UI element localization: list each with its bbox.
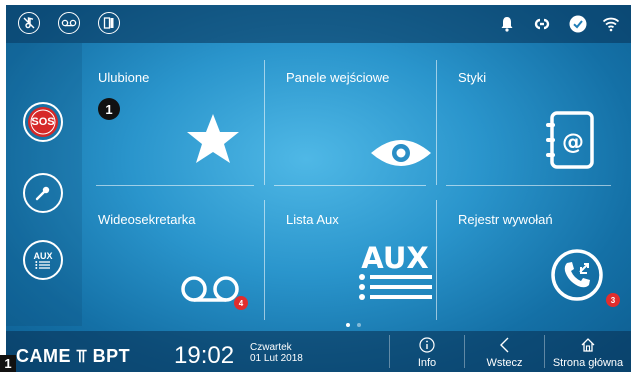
tile-video-answering-machine[interactable]: Wideosekretarka 4 — [82, 185, 254, 320]
weekday-text: Czwartek — [250, 342, 292, 353]
info-label: Info — [417, 357, 437, 369]
page-dot-active[interactable] — [346, 323, 350, 327]
tile-label: Wideosekretarka — [98, 212, 196, 227]
home-button[interactable]: Strona główna — [545, 331, 631, 372]
date-display: Czwartek 01 Lut 2018 — [250, 342, 303, 364]
svg-text:@: @ — [562, 130, 584, 155]
corner-callout: 1 — [0, 355, 16, 372]
back-chevron-icon — [499, 337, 508, 353]
sos-button[interactable]: SOS — [23, 102, 63, 142]
check-circle-icon — [567, 13, 589, 35]
page-dot[interactable] — [357, 323, 361, 327]
callout-marker: 1 — [98, 98, 120, 120]
bell-icon — [496, 13, 518, 35]
aux-button[interactable]: AUX — [23, 240, 63, 280]
date-text: 01 Lut 2018 — [250, 353, 303, 364]
status-bar — [6, 5, 631, 43]
eye-icon — [371, 140, 431, 166]
page-indicator — [346, 323, 361, 327]
brand-logo: CAME ⫪ BPT — [16, 346, 131, 366]
info-icon — [419, 337, 435, 353]
bottom-bar: CAME ⫪ BPT 19:02 Czwartek 01 Lut 2018 In… — [6, 331, 631, 372]
call-log-icon — [551, 249, 603, 301]
home-icon — [581, 338, 595, 352]
tile-aux-list[interactable]: Lista Aux AUX — [264, 185, 436, 320]
aux-icon-text: AUX — [361, 241, 429, 275]
tile-label: Styki — [458, 70, 487, 85]
notification-badge: 4 — [234, 296, 248, 310]
wifi-icon — [600, 13, 622, 35]
side-panel: SOS AUX — [6, 43, 82, 326]
door-panel-icon[interactable] — [98, 12, 120, 34]
tile-label: Rejestr wywołań — [458, 212, 553, 227]
tile-entrance-panels[interactable]: Panele wejściowe — [264, 43, 436, 178]
home-label: Strona główna — [552, 357, 624, 369]
aux-list-icon: AUX — [33, 251, 53, 269]
key-button[interactable] — [23, 173, 63, 213]
intercom-screen: SOS AUX Ulubione 1 Panele wejściowe Styk… — [6, 5, 631, 372]
tile-label: Panele wejściowe — [286, 70, 390, 85]
tile-contacts[interactable]: Styki @ — [436, 43, 608, 178]
tile-favorites[interactable]: Ulubione 1 — [82, 43, 254, 178]
link-icon — [531, 13, 553, 35]
key-icon — [35, 186, 50, 201]
aux-list-large-icon: AUX — [358, 243, 432, 301]
voicemail-icon — [181, 276, 239, 302]
tile-label: Ulubione — [98, 70, 150, 85]
voicemail-icon[interactable] — [58, 12, 80, 34]
notification-badge: 3 — [606, 293, 620, 307]
sos-label: SOS — [31, 116, 55, 128]
clock-time: 19:02 — [174, 342, 235, 369]
info-button[interactable]: Info — [390, 331, 464, 372]
tile-call-log[interactable]: Rejestr wywołań 3 — [436, 185, 620, 320]
aux-label: AUX — [33, 251, 53, 261]
star-icon — [187, 114, 239, 163]
address-book-icon: @ — [546, 111, 594, 169]
tile-label: Lista Aux — [286, 212, 339, 227]
music-note-off-icon[interactable] — [18, 12, 40, 34]
back-button[interactable]: Wstecz — [465, 331, 544, 372]
back-label: Wstecz — [486, 357, 523, 369]
